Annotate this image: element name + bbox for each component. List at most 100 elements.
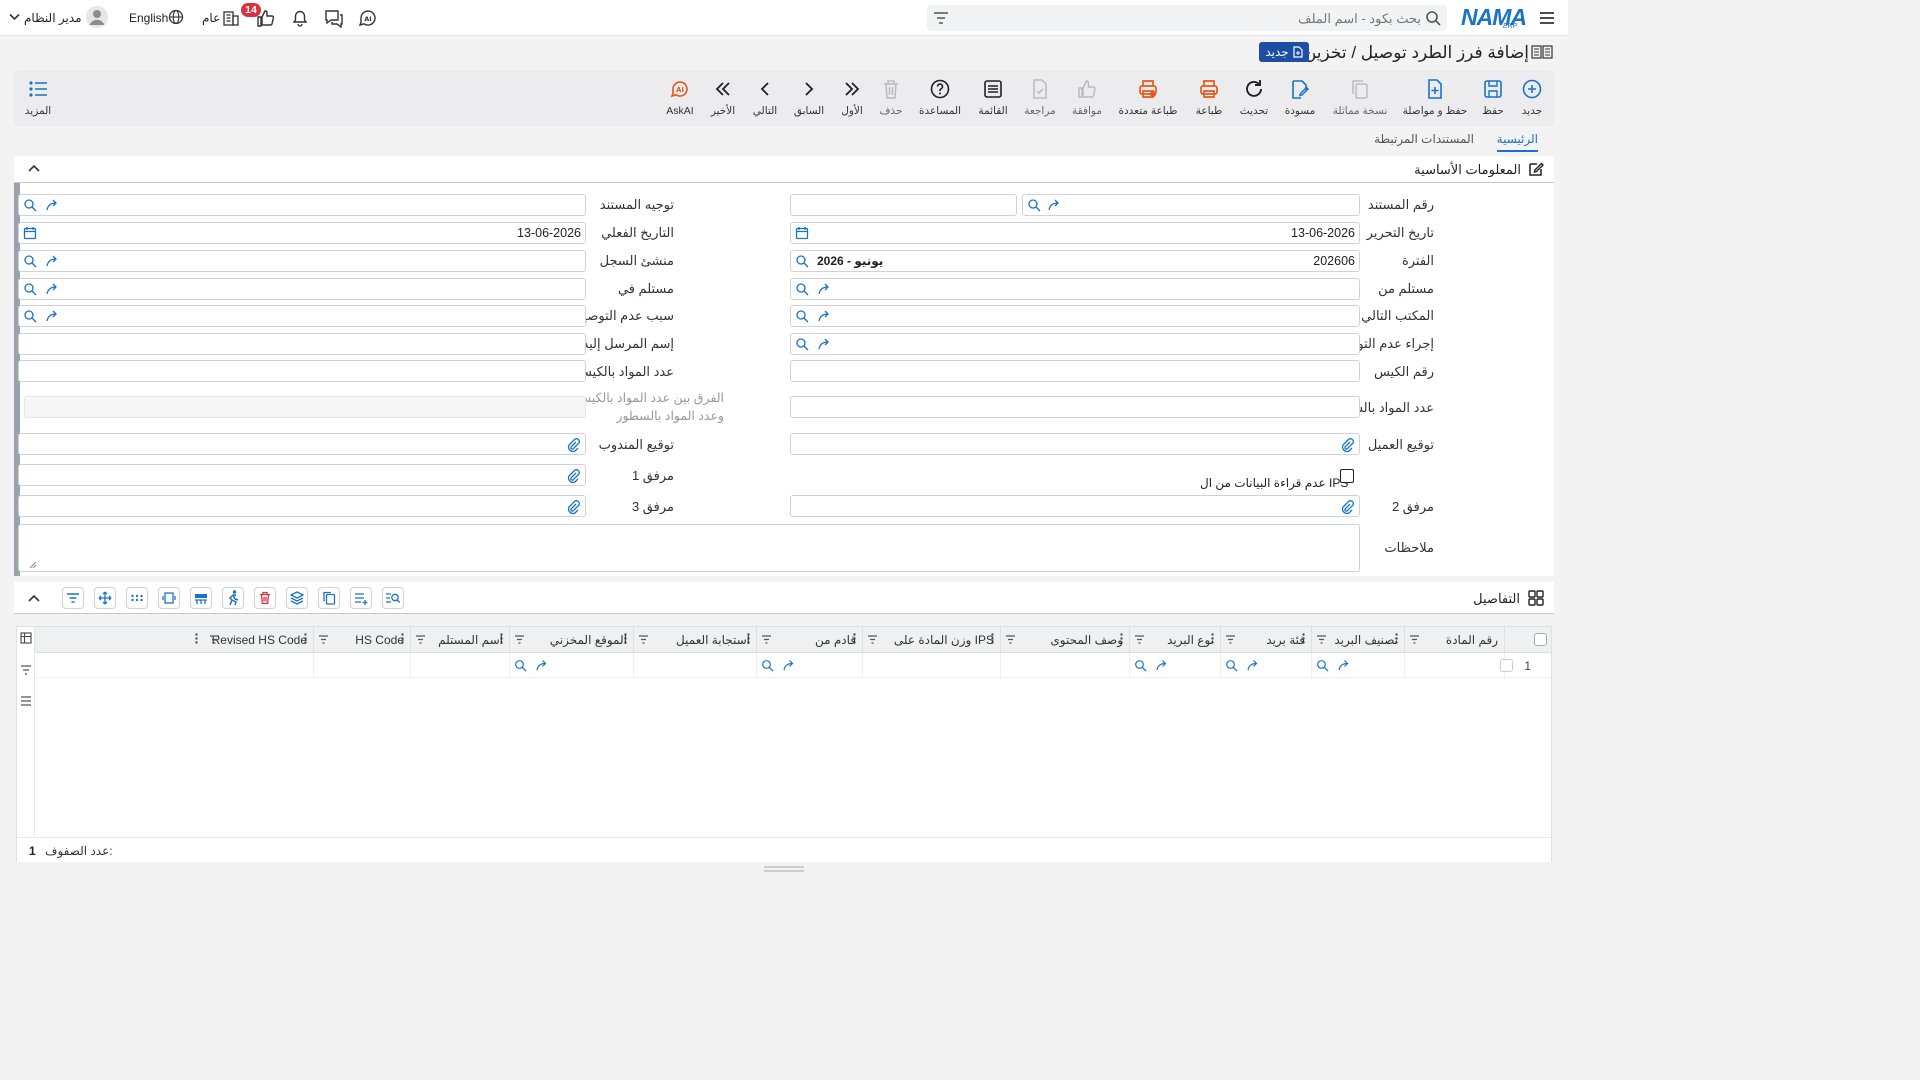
avatar[interactable] — [86, 6, 108, 28]
column-filter-icon[interactable] — [1316, 634, 1327, 645]
doc-direction-field[interactable] — [18, 194, 586, 216]
column-menu-icon[interactable] — [195, 633, 198, 644]
collapse-chevron-up-icon[interactable] — [28, 164, 40, 172]
lookup-search-icon[interactable] — [514, 659, 528, 672]
lookup-search-icon[interactable] — [23, 198, 38, 212]
table-cell[interactable] — [1312, 654, 1405, 678]
column-header[interactable]: استجابة العميل — [624, 627, 757, 653]
search-rows-button[interactable] — [382, 587, 404, 609]
grid-menu-icon[interactable] — [20, 695, 32, 707]
column-header[interactable]: الموقع المخزني — [500, 627, 634, 653]
open-link-arrow-icon[interactable] — [1155, 659, 1169, 672]
resize-grip-icon[interactable] — [764, 866, 804, 872]
ask-ai-button[interactable]: AI AskAI — [650, 78, 710, 117]
column-filter-icon[interactable] — [209, 634, 220, 645]
company-icon[interactable] — [222, 9, 240, 27]
lookup-search-icon[interactable] — [795, 337, 810, 351]
received-from-field[interactable] — [790, 278, 1360, 300]
calendar-icon[interactable] — [23, 226, 37, 240]
company-label[interactable]: عام — [202, 11, 220, 25]
column-header[interactable]: تصنيف البريد — [1302, 627, 1405, 653]
table-cell[interactable] — [510, 654, 634, 678]
move-button[interactable] — [94, 587, 116, 609]
lookup-search-icon[interactable] — [23, 282, 38, 296]
user-name[interactable]: مدير النظام — [24, 11, 82, 25]
agent-signature-field[interactable] — [18, 433, 586, 455]
record-origin-field[interactable] — [18, 250, 586, 272]
column-filter-icon[interactable] — [1225, 634, 1236, 645]
chat-icon[interactable] — [323, 8, 345, 28]
delete-row-button[interactable] — [254, 587, 276, 609]
column-filter-icon[interactable] — [761, 634, 772, 645]
open-link-arrow-icon[interactable] — [45, 254, 60, 268]
grid-filter-icon[interactable] — [20, 664, 32, 676]
row-checkbox[interactable] — [1500, 659, 1513, 672]
column-filter-icon[interactable] — [1409, 634, 1420, 645]
lookup-search-icon[interactable] — [795, 309, 810, 323]
resize-handle-icon[interactable] — [29, 561, 37, 569]
search-input[interactable] — [961, 8, 1421, 28]
copy-row-button[interactable] — [318, 587, 340, 609]
save-button[interactable]: حفظ — [1463, 78, 1523, 117]
received-at-field[interactable] — [18, 278, 586, 300]
attachment1-field[interactable] — [18, 464, 586, 486]
fit-columns-button[interactable] — [158, 587, 180, 609]
doc-number-field[interactable] — [1022, 194, 1360, 216]
table-cell[interactable] — [863, 654, 1001, 678]
chevron-down-icon[interactable] — [9, 13, 20, 21]
column-filter-icon[interactable] — [1134, 634, 1145, 645]
tab-main[interactable]: الرئيسية — [1496, 132, 1538, 152]
table-cell[interactable] — [1221, 654, 1312, 678]
attachment2-field[interactable] — [790, 495, 1360, 517]
column-filter-icon[interactable] — [318, 634, 329, 645]
select-all-checkbox[interactable] — [1531, 633, 1551, 646]
paperclip-icon[interactable] — [566, 468, 580, 484]
add-lines-button[interactable] — [350, 587, 372, 609]
bell-icon[interactable] — [290, 8, 310, 28]
next-office-field[interactable] — [790, 305, 1360, 327]
layers-button[interactable] — [286, 587, 308, 609]
grid-dots-button[interactable] — [126, 587, 148, 609]
column-header[interactable]: وزن المادة على IPS — [853, 627, 1001, 653]
save-continue-button[interactable]: حفظ و مواصلة — [1403, 78, 1467, 117]
non-delivery-action-field[interactable] — [790, 333, 1360, 355]
open-link-arrow-icon[interactable] — [45, 282, 60, 296]
column-header[interactable]: قادم من — [747, 627, 863, 653]
globe-icon[interactable] — [168, 9, 184, 25]
basic-info-header[interactable]: المعلومات الأساسية — [14, 156, 1554, 183]
non-delivery-reason-field[interactable] — [18, 305, 586, 327]
paperclip-icon[interactable] — [1340, 437, 1354, 453]
notes-textarea[interactable] — [18, 524, 1360, 572]
open-link-arrow-icon[interactable] — [817, 282, 832, 296]
table-cell[interactable] — [757, 654, 863, 678]
period-field[interactable]: 202606 2026 - يونيو — [790, 250, 1360, 272]
bag-number-field[interactable] — [790, 360, 1360, 382]
lookup-search-icon[interactable] — [23, 254, 38, 268]
lookup-search-icon[interactable] — [1225, 659, 1239, 672]
table-cell[interactable] — [634, 654, 757, 678]
table-cell[interactable] — [205, 654, 314, 678]
lookup-search-icon[interactable] — [795, 282, 810, 296]
lookup-search-icon[interactable] — [761, 659, 775, 672]
actual-date-field[interactable]: 13-06-2026 — [18, 222, 586, 244]
lookup-search-icon[interactable] — [795, 254, 810, 268]
nama-logo[interactable]: NAMA ERP — [1461, 4, 1529, 32]
collapse-chevron-up-icon[interactable] — [28, 594, 40, 602]
details-header[interactable]: التفاصيل — [14, 582, 1554, 614]
open-link-arrow-icon[interactable] — [1337, 659, 1351, 672]
open-link-arrow-icon[interactable] — [45, 309, 60, 323]
column-header[interactable]: HS Code — [304, 627, 411, 653]
lookup-search-icon[interactable] — [23, 309, 38, 323]
more-button[interactable]: المزيد — [8, 78, 68, 117]
open-link-arrow-icon[interactable] — [817, 337, 832, 351]
multi-print-button[interactable]: طباعة متعددة — [1118, 78, 1178, 117]
table-cell[interactable] — [1405, 654, 1505, 678]
ips-checkbox[interactable] — [1340, 469, 1354, 483]
attachment3-field[interactable] — [18, 495, 586, 517]
open-link-arrow-icon[interactable] — [535, 659, 549, 672]
column-header[interactable]: Revised HS Code — [195, 627, 314, 653]
column-filter-icon[interactable] — [867, 634, 878, 645]
language-switch[interactable]: English — [129, 11, 168, 25]
print-button[interactable]: طباعة — [1179, 78, 1239, 117]
open-link-arrow-icon[interactable] — [782, 659, 796, 672]
